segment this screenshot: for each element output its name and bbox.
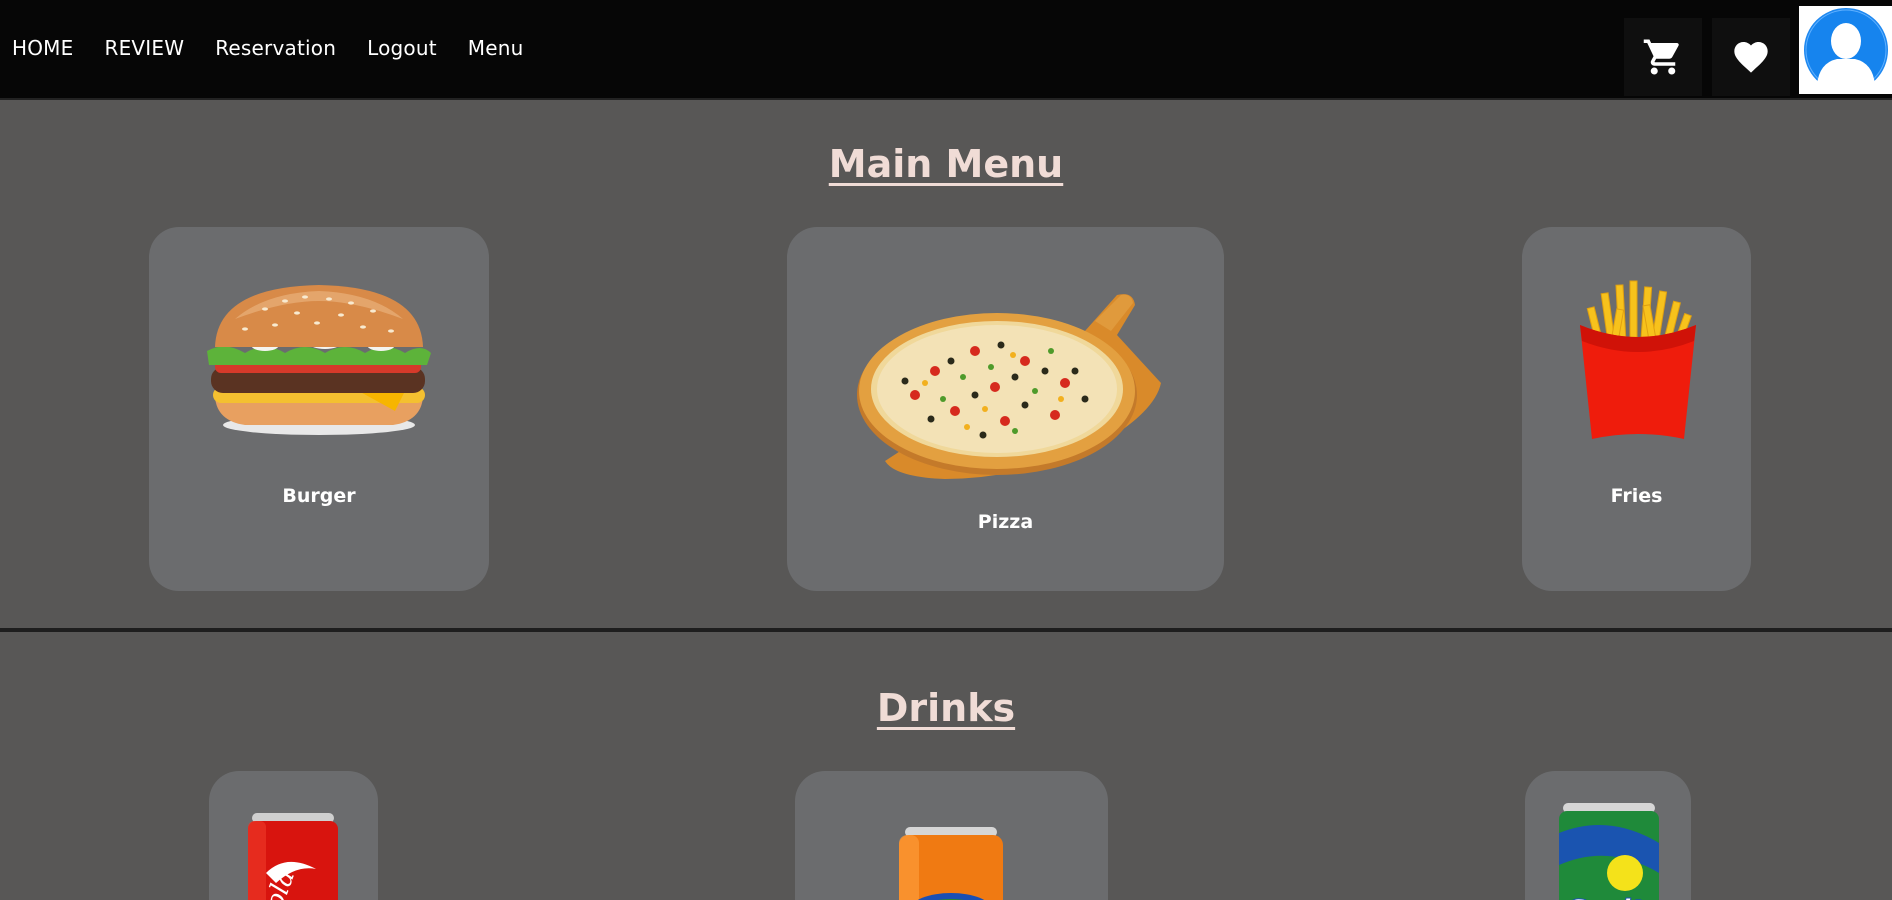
nav-link-logout[interactable]: Logout <box>367 36 437 60</box>
fanta-can-image <box>899 827 1003 900</box>
top-navbar: HOME REVIEW Reservation Logout Menu <box>0 0 1892 100</box>
drink-card-fanta[interactable] <box>795 771 1108 900</box>
section-divider <box>0 628 1892 632</box>
menu-card-pizza[interactable]: Pizza <box>787 227 1224 591</box>
drinks-title: Drinks <box>876 686 1016 730</box>
drink-card-sprite[interactable]: Sprite <box>1525 771 1691 900</box>
menu-card-burger[interactable]: Burger <box>149 227 489 591</box>
nav-link-reservation[interactable]: Reservation <box>215 36 336 60</box>
nav-link-menu[interactable]: Menu <box>468 36 524 60</box>
svg-text:Sprite: Sprite <box>1567 893 1659 900</box>
nav-links: HOME REVIEW Reservation Logout Menu <box>12 36 554 60</box>
heart-icon <box>1734 42 1768 73</box>
menu-card-fries[interactable]: Fries <box>1522 227 1751 591</box>
menu-card-label: Pizza <box>977 511 1034 533</box>
fries-image <box>1580 280 1696 439</box>
wishlist-button[interactable] <box>1712 18 1790 96</box>
cola-can-image: Cola <box>248 813 338 900</box>
user-avatar-icon <box>1803 8 1888 93</box>
user-avatar[interactable] <box>1799 6 1892 94</box>
menu-card-label: Burger <box>282 485 356 507</box>
nav-link-review[interactable]: REVIEW <box>104 36 184 60</box>
menu-card-label: Fries <box>1610 485 1663 507</box>
burger-image <box>207 285 431 435</box>
cart-icon <box>1643 39 1679 75</box>
pizza-image <box>857 294 1161 479</box>
main-menu-title: Main Menu <box>828 142 1064 186</box>
drink-card-cola[interactable]: Cola <box>209 771 378 900</box>
sprite-can-image: Sprite <box>1559 803 1659 900</box>
nav-link-home[interactable]: HOME <box>12 36 73 60</box>
cart-button[interactable] <box>1624 18 1702 96</box>
